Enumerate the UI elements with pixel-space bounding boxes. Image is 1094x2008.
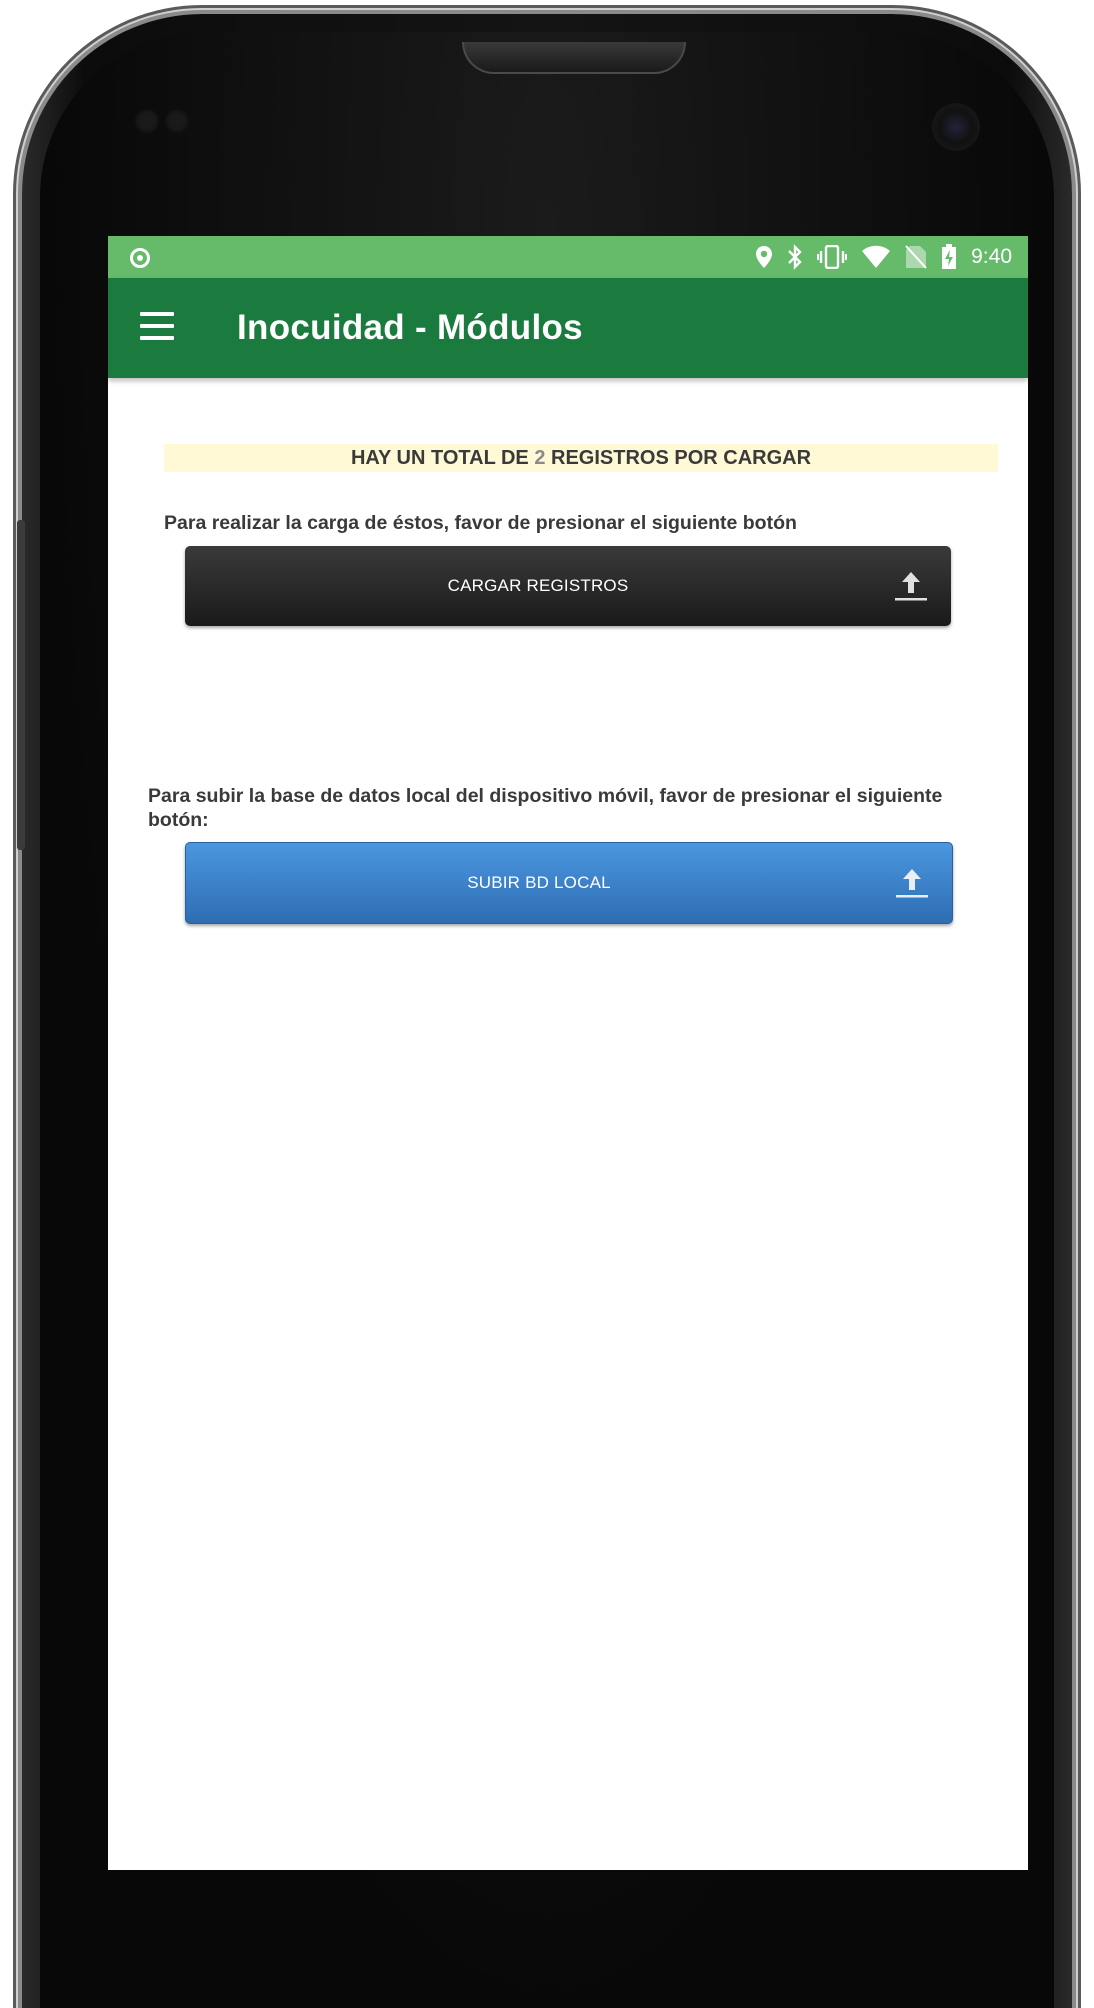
earpiece-speaker — [462, 42, 686, 74]
pending-records-banner: HAY UN TOTAL DE 2 REGISTROS POR CARGAR — [164, 444, 998, 472]
upload-local-db-button-label: SUBIR BD LOCAL — [467, 873, 611, 892]
record-icon — [130, 248, 150, 268]
upload-icon — [896, 869, 928, 898]
banner-prefix: HAY UN TOTAL DE — [350, 447, 535, 469]
upload-local-db-button[interactable]: SUBIR BD LOCAL — [185, 842, 953, 924]
upload-db-description: Para subir la base de datos local del di… — [148, 785, 943, 831]
upload-records-button-label: CARGAR REGISTROS — [447, 576, 629, 595]
proximity-sensor — [134, 108, 160, 134]
light-sensor — [164, 108, 190, 134]
side-volume-button — [17, 520, 25, 850]
status-time: 9:40 — [971, 245, 1012, 268]
upload-icon — [895, 572, 927, 601]
banner-suffix: REGISTROS POR CARGAR — [545, 447, 812, 469]
phone-screen: 9:40 Inocuidad - Módulos HAY UN TOTAL DE… — [108, 236, 1028, 1870]
no-sim-icon — [905, 245, 927, 269]
wifi-icon — [862, 245, 891, 268]
app-title: Inocuidad - Módulos — [237, 308, 583, 347]
status-icons: 9:40 — [755, 236, 1012, 278]
front-camera — [935, 106, 977, 148]
app-bar: Inocuidad - Módulos — [108, 278, 1028, 378]
vibrate-icon — [817, 245, 848, 269]
status-bar: 9:40 — [108, 236, 1028, 278]
pending-records-count: 2 — [534, 447, 546, 469]
battery-charging-icon — [942, 244, 957, 269]
device-page: 9:40 Inocuidad - Módulos HAY UN TOTAL DE… — [0, 0, 1094, 2008]
upload-records-button[interactable]: CARGAR REGISTROS — [185, 546, 951, 626]
bluetooth-icon — [788, 244, 802, 270]
upload-records-description: Para realizar la carga de éstos, favor d… — [164, 512, 797, 534]
hamburger-menu-icon[interactable] — [140, 312, 174, 340]
location-icon — [756, 246, 773, 268]
